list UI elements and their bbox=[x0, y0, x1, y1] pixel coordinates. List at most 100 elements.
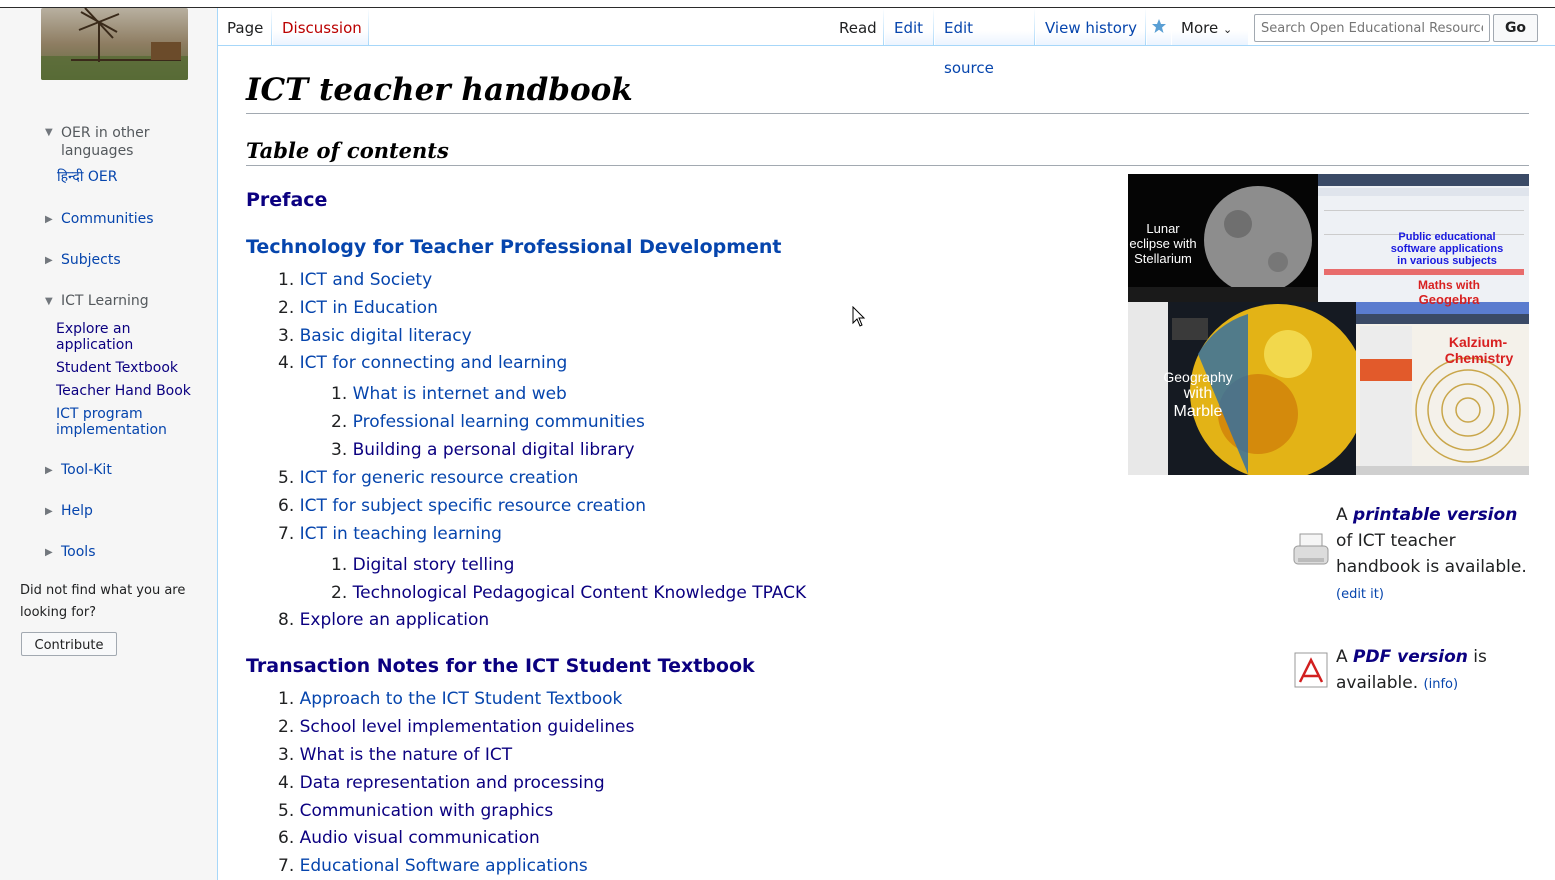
toc-link[interactable]: Communication with graphics bbox=[300, 801, 554, 821]
list-item: 4. ICT for connecting and learning bbox=[278, 353, 568, 373]
chevron-right-icon: ▶ bbox=[45, 214, 53, 225]
title-rule bbox=[246, 113, 1529, 114]
tab-view-history[interactable]: View history bbox=[1036, 8, 1146, 46]
subjects-heading[interactable]: Subjects bbox=[61, 252, 121, 268]
list-item: 1. What is internet and web bbox=[331, 384, 567, 404]
toc-link[interactable]: Basic digital literacy bbox=[300, 326, 472, 346]
pdf-info-link[interactable]: (info) bbox=[1424, 677, 1459, 692]
toc-link[interactable]: ICT for subject specific resource creati… bbox=[300, 496, 646, 516]
collage-lunar-line2: eclipse with bbox=[1129, 236, 1196, 251]
subjects-portal[interactable]: ▶ Subjects bbox=[45, 252, 121, 270]
software-collage-image[interactable]: Lunar eclipse with Stellarium Public edu… bbox=[1128, 174, 1529, 480]
printable-version-link[interactable]: printable version bbox=[1353, 505, 1517, 525]
tab-edit-source[interactable]: Edit source bbox=[935, 8, 1035, 77]
more-menu[interactable]: More ⌄ bbox=[1172, 8, 1248, 46]
watch-star[interactable] bbox=[1147, 8, 1171, 46]
toolkit-heading[interactable]: Tool-Kit bbox=[61, 462, 112, 478]
toc-link[interactable]: ICT in teaching learning bbox=[300, 524, 502, 544]
collage-lunar-line3: Stellarium bbox=[1134, 251, 1192, 266]
toc-link[interactable]: Data representation and processing bbox=[300, 773, 605, 793]
hindi-oer-link[interactable]: हिन्दी OER bbox=[57, 169, 171, 185]
section-preface-link[interactable]: Preface bbox=[246, 189, 327, 211]
help-heading[interactable]: Help bbox=[61, 503, 93, 519]
collage-maths-line2: Geogebra bbox=[1419, 292, 1480, 307]
go-button[interactable]: Go bbox=[1493, 14, 1538, 42]
edit-it-link[interactable]: (edit it) bbox=[1336, 587, 1384, 602]
help-portal[interactable]: ▶ Help bbox=[45, 503, 93, 521]
section-tpd-link[interactable]: Technology for Teacher Professional Deve… bbox=[246, 236, 782, 258]
toc-link[interactable]: Audio visual communication bbox=[300, 828, 540, 848]
chevron-right-icon: ▶ bbox=[45, 547, 53, 558]
collage-kalzium-line1: Kalzium- bbox=[1449, 334, 1508, 350]
printable-version-text: A printable version of ICT teacher handb… bbox=[1336, 505, 1527, 602]
tab-page-label: Page bbox=[227, 19, 264, 37]
toc-link[interactable]: Technological Pedagogical Content Knowle… bbox=[353, 583, 806, 603]
chevron-right-icon: ▶ bbox=[45, 506, 53, 517]
tab-read-label: Read bbox=[839, 19, 877, 37]
section-transaction-notes-link[interactable]: Transaction Notes for the ICT Student Te… bbox=[246, 655, 755, 677]
list-item: 7. Educational Software applications bbox=[278, 856, 588, 876]
toc-link[interactable]: Building a personal digital library bbox=[353, 440, 635, 460]
sidebar-note: Did not find what you are looking for? bbox=[20, 583, 186, 620]
toc-link[interactable]: Professional learning communities bbox=[353, 412, 645, 432]
toc-link[interactable]: Digital story telling bbox=[353, 555, 515, 575]
pdf-version-link[interactable]: PDF version bbox=[1353, 647, 1468, 667]
tab-edit[interactable]: Edit bbox=[885, 8, 934, 46]
languages-portal: ▼ OER in other languages हिन्दी OER bbox=[45, 124, 171, 185]
toc-heading: Table of contents bbox=[246, 138, 449, 163]
sidebar-item-explore[interactable]: Explore an application bbox=[56, 321, 206, 353]
tools-portal[interactable]: ▶ Tools bbox=[45, 544, 96, 562]
star-icon bbox=[1152, 19, 1166, 33]
site-logo[interactable] bbox=[41, 8, 188, 80]
list-item: 8. Explore an application bbox=[278, 610, 490, 630]
list-item: 6. Audio visual communication bbox=[278, 828, 540, 848]
tab-read[interactable]: Read bbox=[830, 8, 884, 46]
tools-heading[interactable]: Tools bbox=[61, 544, 96, 560]
search-input[interactable] bbox=[1254, 14, 1490, 42]
toc-rule bbox=[246, 165, 1529, 166]
toc-link[interactable]: Approach to the ICT Student Textbook bbox=[300, 689, 623, 709]
tab-page[interactable]: Page bbox=[218, 8, 272, 46]
toc-link[interactable]: What is the nature of ICT bbox=[300, 745, 513, 765]
toc-link[interactable]: What is internet and web bbox=[353, 384, 567, 404]
toc-link[interactable]: Educational Software applications bbox=[300, 856, 588, 876]
sidebar-item-student-textbook[interactable]: Student Textbook bbox=[56, 360, 206, 376]
collage-geo-line3: Marble bbox=[1174, 403, 1223, 420]
list-item: 2. Technological Pedagogical Content Kno… bbox=[331, 583, 807, 603]
toolkit-portal[interactable]: ▶ Tool-Kit bbox=[45, 462, 112, 480]
list-item: 2. School level implementation guideline… bbox=[278, 717, 635, 737]
toc-link[interactable]: School level implementation guidelines bbox=[300, 717, 635, 737]
printer-icon[interactable] bbox=[1292, 532, 1330, 572]
toc-link[interactable]: ICT for connecting and learning bbox=[300, 353, 568, 373]
main-content: ICT teacher handbook Table of contents P… bbox=[218, 46, 1555, 880]
tab-discussion-label: Discussion bbox=[282, 19, 362, 37]
list-item: 3. Building a personal digital library bbox=[331, 440, 635, 460]
toc-link[interactable]: Explore an application bbox=[300, 610, 490, 630]
ict-learning-toggle[interactable]: ▼ ICT Learning bbox=[45, 293, 149, 311]
communities-portal[interactable]: ▶ Communities bbox=[45, 211, 154, 229]
pdf-icon[interactable] bbox=[1294, 652, 1328, 688]
contribute-button[interactable]: Contribute bbox=[21, 632, 117, 656]
pdf-version-text: A PDF version is available. (info) bbox=[1336, 647, 1487, 693]
toc-link[interactable]: ICT for generic resource creation bbox=[300, 468, 579, 488]
sidebar: ▼ OER in other languages हिन्दी OER ▶ Com… bbox=[11, 8, 218, 880]
collage-public-line2: software applications bbox=[1391, 243, 1503, 255]
sidebar-item-teacher-handbook[interactable]: Teacher Hand Book bbox=[56, 383, 206, 399]
communities-heading[interactable]: Communities bbox=[61, 211, 154, 227]
chevron-down-icon: ▼ bbox=[45, 296, 53, 307]
sidebar-item-ict-program[interactable]: ICT program implementation bbox=[56, 406, 206, 438]
toc-link[interactable]: ICT and Society bbox=[300, 270, 433, 290]
list-item: 2. ICT in Education bbox=[278, 298, 438, 318]
list-item: 7. ICT in teaching learning bbox=[278, 524, 502, 544]
tab-discussion[interactable]: Discussion bbox=[273, 8, 369, 46]
toc-link[interactable]: ICT in Education bbox=[300, 298, 438, 318]
list-item: 3. Basic digital literacy bbox=[278, 326, 472, 346]
tab-view-history-label: View history bbox=[1045, 19, 1137, 37]
tab-edit-label: Edit bbox=[894, 19, 924, 37]
list-item: 5. ICT for generic resource creation bbox=[278, 468, 579, 488]
chevron-right-icon: ▶ bbox=[45, 255, 53, 266]
collage-kalzium-line2: Chemistry bbox=[1445, 350, 1514, 366]
languages-toggle[interactable]: ▼ OER in other languages bbox=[45, 124, 171, 160]
chevron-right-icon: ▶ bbox=[45, 465, 53, 476]
more-label: More bbox=[1181, 19, 1219, 37]
